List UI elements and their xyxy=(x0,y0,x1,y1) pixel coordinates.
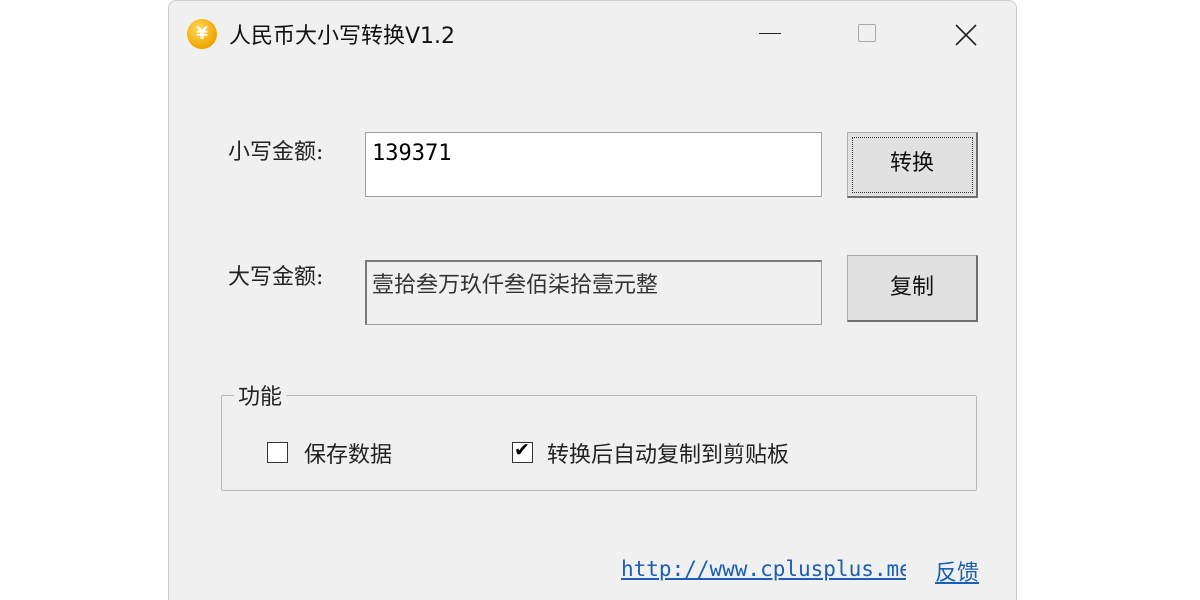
small-amount-label: 小写金额: xyxy=(228,140,324,165)
minimize-button[interactable] xyxy=(747,9,797,59)
window-title: 人民币大小写转换V1.2 xyxy=(229,24,456,49)
group-title: 功能 xyxy=(234,379,287,411)
feedback-link[interactable]: 反馈 xyxy=(935,555,979,587)
close-button[interactable] xyxy=(942,9,992,59)
auto-copy-label[interactable]: 转换后自动复制到剪贴板 xyxy=(547,437,789,469)
title-bar: ¥ 人民币大小写转换V1.2 xyxy=(169,1,1016,67)
app-window: ¥ 人民币大小写转换V1.2 小写金额: 139371 转换 大写金额: 壹拾叁… xyxy=(168,0,1017,600)
convert-button[interactable]: 转换 xyxy=(847,132,978,198)
auto-copy-checkbox[interactable]: ✔ xyxy=(512,439,533,463)
close-icon xyxy=(955,24,977,46)
function-groupbox: 功能 保存数据 ✔ 转换后自动复制到剪贴板 xyxy=(221,379,977,491)
website-link[interactable]: http://www.cplusplus.me xyxy=(621,557,906,581)
small-amount-value: 139371 xyxy=(372,141,452,166)
maximize-button[interactable] xyxy=(843,9,893,59)
small-amount-input[interactable]: 139371 xyxy=(365,132,822,197)
big-amount-value: 壹拾叁万玖仟叁佰柒拾壹元整 xyxy=(372,273,659,298)
checkmark-icon: ✔ xyxy=(514,439,530,461)
big-amount-output[interactable]: 壹拾叁万玖仟叁佰柒拾壹元整 xyxy=(365,260,822,325)
yuan-coin-icon: ¥ xyxy=(187,19,217,49)
big-amount-label: 大写金额: xyxy=(228,265,324,290)
copy-button[interactable]: 复制 xyxy=(847,255,978,322)
save-data-checkbox[interactable] xyxy=(267,442,288,463)
save-data-label[interactable]: 保存数据 xyxy=(304,437,392,469)
